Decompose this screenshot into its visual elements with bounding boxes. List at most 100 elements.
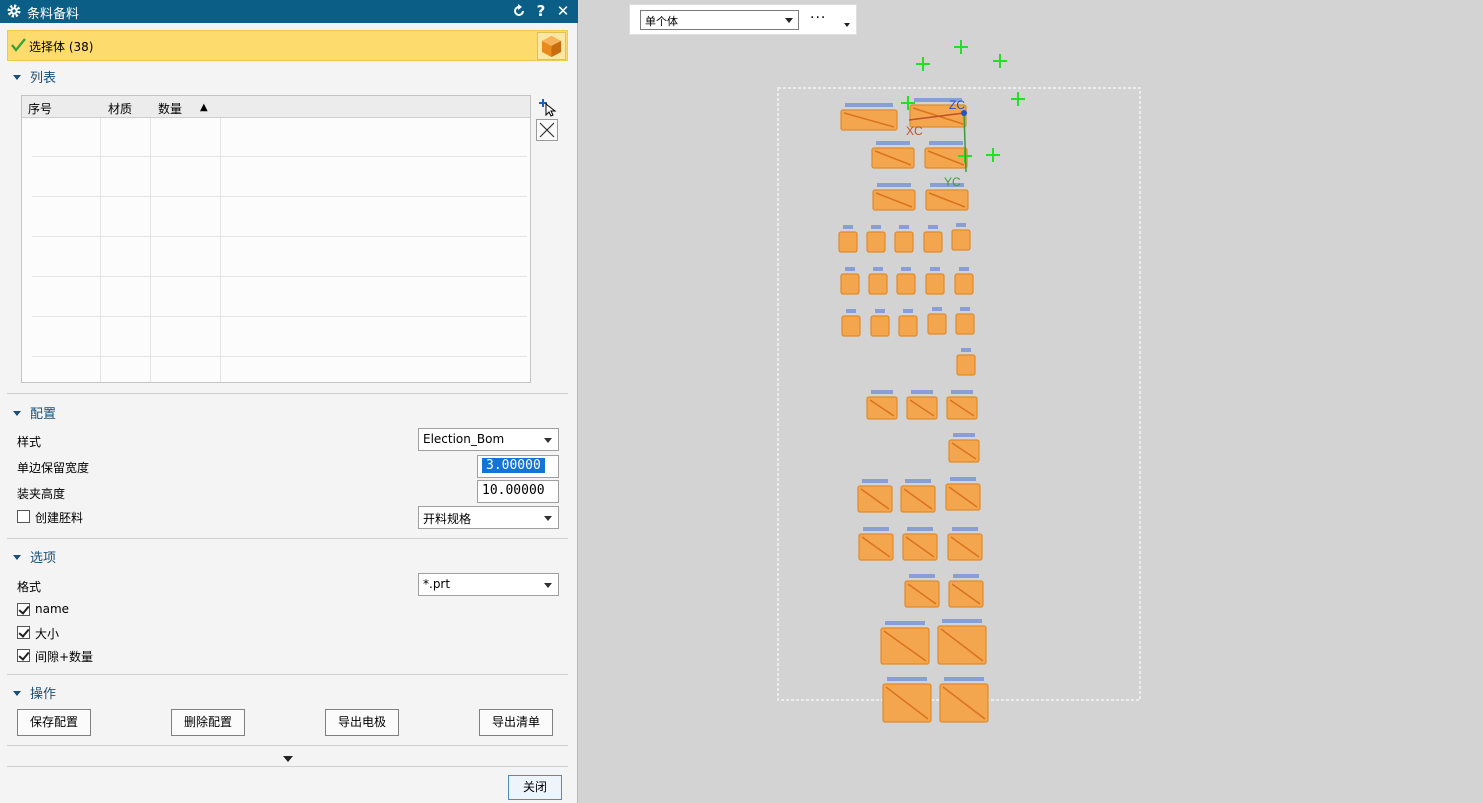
body-annotation [885, 621, 925, 625]
bom-list-table[interactable]: 序号 材质 数量 ▲ [21, 95, 531, 383]
expand-more-icon[interactable] [283, 756, 293, 762]
body-annotation [863, 527, 889, 531]
column-header-material[interactable]: 材质 [108, 100, 132, 117]
add-row-button[interactable] [536, 95, 558, 117]
size-checkbox-label: 大小 [35, 627, 60, 641]
export-electrode-button[interactable]: 导出电极 [325, 709, 399, 736]
actions-section-header[interactable]: 操作 [13, 683, 56, 702]
grid-line [150, 118, 151, 382]
graphics-viewport[interactable]: 单个体 ··· XC YC ZC [579, 0, 1483, 803]
section-divider [7, 766, 568, 767]
create-blank-label: 创建胚料 [35, 511, 84, 525]
body-annotation [877, 183, 911, 187]
point-marker [1011, 92, 1025, 106]
remove-row-button[interactable] [536, 119, 558, 141]
reset-button[interactable] [510, 2, 528, 20]
electrode-body[interactable] [870, 315, 890, 337]
style-dropdown[interactable]: Election_Bom [418, 428, 559, 451]
collapse-icon [13, 691, 21, 696]
electrode-body[interactable] [951, 229, 971, 251]
grid-line [32, 156, 527, 157]
electrode-body[interactable] [841, 315, 861, 337]
body-annotation [876, 141, 910, 145]
body-annotation [871, 390, 893, 394]
section-divider [7, 674, 568, 675]
list-section-title: 列表 [30, 71, 57, 86]
list-section-header[interactable]: 列表 [13, 67, 57, 86]
column-header-quantity[interactable]: 数量 [158, 100, 182, 117]
select-body-button[interactable] [537, 32, 566, 60]
blank-spec-dropdown[interactable]: 开料规格 [418, 506, 559, 529]
column-header-index[interactable]: 序号 [28, 100, 52, 117]
margin-width-value: 3.00000 [482, 458, 545, 473]
config-section-header[interactable]: 配置 [13, 403, 57, 422]
grid-line [32, 316, 527, 317]
point-marker [916, 57, 930, 71]
collapse-icon [13, 411, 21, 416]
size-checkbox[interactable] [17, 626, 30, 639]
electrode-body[interactable] [954, 273, 974, 295]
electrode-body[interactable] [956, 354, 976, 376]
body-annotation [942, 619, 982, 623]
dialog-titlebar: 条料备料 ? ✕ [0, 0, 578, 23]
body-annotation [899, 225, 909, 229]
chevron-down-icon [544, 438, 552, 443]
close-icon[interactable]: ✕ [554, 2, 572, 20]
blank-spec-value: 开料规格 [423, 512, 472, 526]
delete-icon [539, 122, 555, 138]
style-label: 样式 [17, 435, 42, 449]
selection-label: 选择体 (38) [29, 40, 94, 54]
config-section-title: 配置 [30, 407, 57, 422]
create-blank-checkbox[interactable] [17, 510, 30, 523]
electrode-body[interactable] [868, 273, 888, 295]
model-scene[interactable]: XC YC ZC [579, 0, 1483, 803]
select-body-row[interactable]: 选择体 (38) [7, 30, 568, 61]
electrode-body[interactable] [896, 273, 916, 295]
bom-dialog: 条料备料 ? ✕ 选择体 (38) 列表 序号 材质 数量 ▲ 配置 样式 El… [0, 0, 578, 803]
section-divider [7, 745, 568, 746]
body-annotation [959, 267, 969, 271]
point-marker [993, 54, 1007, 68]
save-config-button[interactable]: 保存配置 [17, 709, 91, 736]
electrode-body[interactable] [898, 315, 918, 337]
z-axis-label: ZC [949, 98, 965, 112]
electrode-body[interactable] [840, 273, 860, 295]
body-annotation [862, 479, 888, 483]
body-annotation [911, 390, 933, 394]
name-checkbox[interactable] [17, 603, 30, 616]
electrode-body[interactable] [923, 231, 943, 253]
grid-line [32, 236, 527, 237]
electrode-bodies[interactable] [838, 98, 989, 723]
electrode-body[interactable] [955, 313, 975, 335]
delete-config-button[interactable]: 删除配置 [171, 709, 245, 736]
body-annotation [961, 348, 971, 352]
margin-width-input[interactable]: 3.00000 [477, 455, 559, 478]
clamp-height-value: 10.00000 [482, 483, 545, 498]
cube-icon [542, 36, 561, 57]
electrode-body[interactable] [866, 231, 886, 253]
body-annotation [905, 479, 931, 483]
export-list-button[interactable]: 导出清单 [479, 709, 553, 736]
body-annotation [944, 677, 984, 681]
electrode-body[interactable] [925, 273, 945, 295]
body-annotation [873, 267, 883, 271]
electrode-body[interactable] [894, 231, 914, 253]
electrode-body[interactable] [838, 231, 858, 253]
clamp-height-input[interactable]: 10.00000 [477, 480, 559, 503]
grid-line [32, 356, 527, 357]
help-button[interactable]: ? [532, 2, 550, 20]
format-dropdown[interactable]: *.prt [418, 573, 559, 596]
gap-quantity-checkbox-label: 间隙+数量 [35, 650, 94, 664]
electrode-body[interactable] [927, 313, 947, 335]
point-marker [986, 148, 1000, 162]
close-button[interactable]: 关闭 [508, 775, 562, 800]
gap-quantity-checkbox[interactable] [17, 649, 30, 662]
options-section-title: 选项 [30, 551, 57, 566]
reset-icon [514, 4, 524, 16]
collapse-icon [13, 75, 21, 80]
options-section-header[interactable]: 选项 [13, 547, 57, 566]
body-annotation [956, 223, 966, 227]
name-checkbox-label: name [35, 602, 70, 616]
grid-line [220, 118, 221, 382]
body-annotation [845, 103, 893, 107]
